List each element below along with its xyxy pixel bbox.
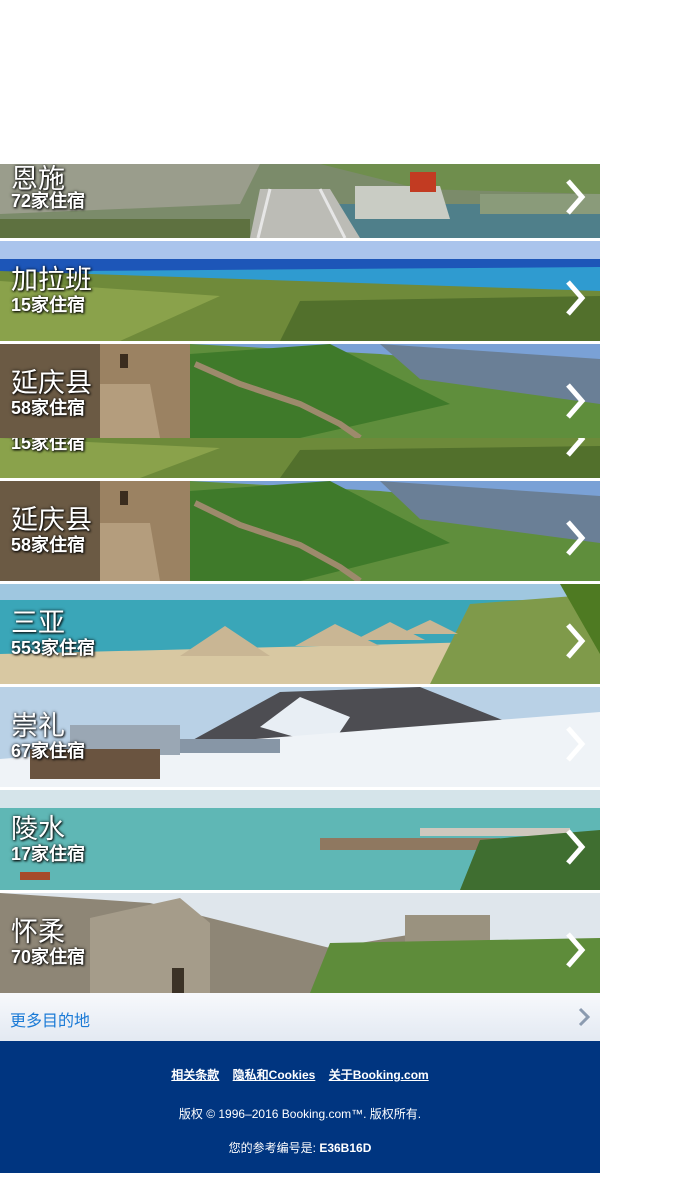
terms-link[interactable]: 相关条款 (171, 1068, 219, 1082)
more-destinations-button[interactable]: 更多目的地 (0, 993, 600, 1041)
about-booking-link[interactable]: 关于Booking.com (329, 1068, 429, 1082)
destination-photo (0, 584, 600, 684)
destination-photo (0, 790, 600, 890)
copyright-text: 版权 © 1996–2016 Booking.com™. 版权所有. (178, 1107, 422, 1121)
chevron-right-icon (566, 623, 586, 659)
chevron-right-icon (566, 520, 586, 556)
chevron-right-icon (566, 179, 586, 215)
reference-code: E36B16D (319, 1141, 372, 1155)
destination-sanya[interactable]: 三亚 553家住宿 (0, 584, 600, 684)
destination-name: 恩施 (11, 164, 65, 194)
destination-lingshui[interactable]: 陵水 17家住宿 (0, 790, 600, 890)
destination-name: 三亚 (11, 608, 65, 638)
destination-count: 58家住宿 (11, 535, 86, 555)
reference-number: 您的参考编号是: E36B16D (0, 1139, 600, 1156)
destination-yanqing[interactable]: 延庆县 58家住宿 (0, 344, 600, 438)
chevron-right-icon (566, 726, 586, 762)
chevron-right-icon (578, 1007, 590, 1027)
destination-garapan[interactable]: 加拉班 15家住宿 (0, 241, 600, 341)
chevron-right-icon (566, 829, 586, 865)
destination-photo (0, 687, 600, 787)
destination-enshi[interactable]: 恩施 72家住宿 (0, 164, 600, 238)
reference-label: 您的参考编号是: (228, 1141, 316, 1155)
more-destinations-label: 更多目的地 (10, 1013, 91, 1030)
destination-count: 15家住宿 (11, 295, 86, 315)
destination-huairou[interactable]: 怀柔 70家住宿 (0, 893, 600, 993)
privacy-cookies-link[interactable]: 隐私和Cookies (233, 1068, 316, 1082)
destination-garapan-partial[interactable]: 15家住宿 (0, 438, 600, 478)
destination-name: 延庆县 (11, 368, 92, 398)
destination-name: 崇礼 (11, 711, 65, 741)
destination-count: 70家住宿 (11, 947, 86, 967)
destination-count: 67家住宿 (11, 741, 86, 761)
footer: 相关条款 隐私和Cookies 关于Booking.com 版权 © 1996–… (0, 1041, 600, 1173)
destination-name: 延庆县 (11, 505, 92, 535)
chevron-right-icon (566, 932, 586, 968)
destination-chongli[interactable]: 崇礼 67家住宿 (0, 687, 600, 787)
destination-name: 加拉班 (11, 265, 92, 295)
destination-name: 陵水 (11, 814, 65, 844)
destination-count: 15家住宿 (11, 438, 86, 453)
destination-count: 17家住宿 (11, 844, 86, 864)
destination-yanqing[interactable]: 延庆县 58家住宿 (0, 481, 600, 581)
chevron-right-icon (566, 280, 586, 316)
destination-photo (0, 438, 600, 478)
destination-count: 553家住宿 (11, 638, 96, 658)
destination-count: 58家住宿 (11, 398, 86, 418)
footer-links: 相关条款 隐私和Cookies 关于Booking.com (0, 1066, 600, 1083)
destination-photo (0, 164, 600, 238)
destination-count: 72家住宿 (11, 191, 86, 211)
chevron-right-icon (566, 383, 586, 419)
chevron-right-icon (566, 438, 586, 457)
destination-name: 怀柔 (11, 917, 65, 947)
destination-photo (0, 893, 600, 993)
